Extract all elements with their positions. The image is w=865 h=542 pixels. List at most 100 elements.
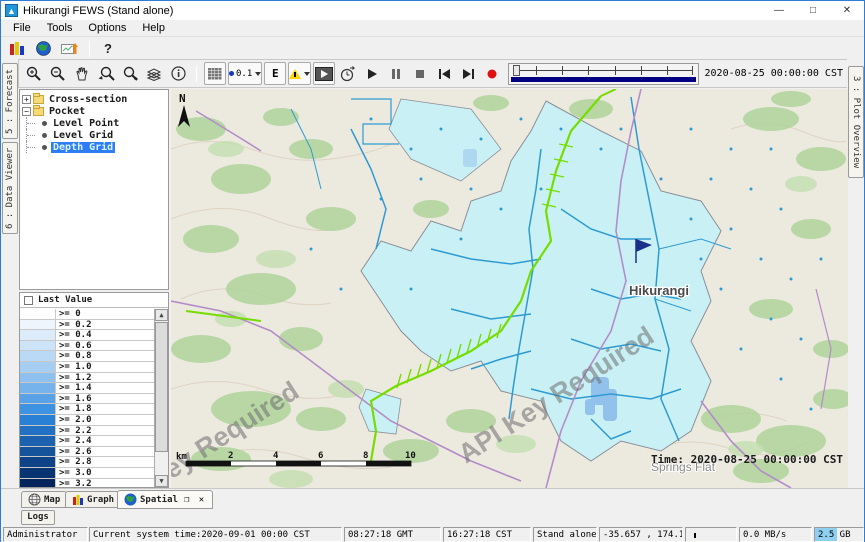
scroll-up-icon[interactable]: ▲ xyxy=(155,309,168,321)
spatial-display-icon[interactable] xyxy=(31,39,55,58)
step-back-button[interactable] xyxy=(433,62,455,85)
legend-row[interactable]: >= 0.6 xyxy=(20,341,154,352)
pause-button[interactable] xyxy=(385,62,407,85)
map-toolbar: 0.1 E xyxy=(18,59,849,88)
tree-node-depth-grid[interactable]: Depth Grid xyxy=(22,141,166,153)
pause-icon xyxy=(390,68,402,80)
step-forward-button[interactable] xyxy=(457,62,479,85)
magnifier-forward-icon xyxy=(122,66,139,82)
scale-tick-label: 10 xyxy=(405,451,416,461)
legend-row[interactable]: >= 3.0 xyxy=(20,468,154,479)
status-alert-cell[interactable] xyxy=(685,527,737,542)
tab-forecast[interactable]: 5 : Forecast xyxy=(2,63,18,139)
close-button[interactable]: ✕ xyxy=(830,1,864,20)
play-button[interactable] xyxy=(361,62,383,85)
legend-row[interactable]: >= 0.8 xyxy=(20,351,154,362)
tree-node-cross-section[interactable]: + Cross-section xyxy=(22,93,166,105)
menu-item[interactable]: Help xyxy=(134,21,173,35)
menu-item[interactable]: Tools xyxy=(39,21,81,35)
zoom-out-button[interactable] xyxy=(47,62,69,85)
scroll-down-icon[interactable]: ▼ xyxy=(155,475,168,487)
menu-item[interactable]: File xyxy=(5,21,39,35)
clock-icon xyxy=(340,66,356,82)
slider-thumb[interactable] xyxy=(513,65,520,76)
zoom-previous-button[interactable] xyxy=(95,62,117,85)
scrollbar-thumb[interactable] xyxy=(155,322,168,452)
hand-icon xyxy=(74,66,90,82)
globe-icon xyxy=(124,493,137,506)
last-value-checkbox[interactable] xyxy=(24,296,33,305)
help-button[interactable]: ? xyxy=(96,39,120,58)
legend-row[interactable]: >= 3.2 xyxy=(20,479,154,488)
legend-value-label: >= 3.0 xyxy=(56,468,95,478)
legend-row[interactable]: >= 1.0 xyxy=(20,362,154,373)
tree-node-label[interactable]: Level Grid xyxy=(51,130,115,141)
legend-row[interactable]: >= 2.6 xyxy=(20,447,154,458)
time-settings-button[interactable] xyxy=(337,62,359,85)
status-system-time: Current system time:2020-09-01 00:00 CST xyxy=(89,527,342,542)
tree-node-level-point[interactable]: Level Point xyxy=(22,117,166,129)
tree-node-label-selected[interactable]: Depth Grid xyxy=(51,142,115,153)
collapse-icon[interactable]: − xyxy=(22,107,31,116)
legend-value-label: >= 1.4 xyxy=(56,383,95,393)
tab-plot-overview[interactable]: 3 : Plot Overview xyxy=(848,66,864,178)
legend-row[interactable]: >= 0 xyxy=(20,309,154,320)
wire-globe-icon xyxy=(28,493,41,506)
import-export-icon[interactable] xyxy=(57,39,81,58)
legend-scrollbar[interactable]: ▲ ▼ xyxy=(154,309,168,487)
logs-button[interactable]: Logs xyxy=(21,510,55,525)
legend-row[interactable]: >= 2.2 xyxy=(20,426,154,437)
legend-row[interactable]: >= 1.8 xyxy=(20,404,154,415)
legend-row[interactable]: >= 1.4 xyxy=(20,383,154,394)
legend-row[interactable]: >= 1.6 xyxy=(20,394,154,405)
expand-icon[interactable]: + xyxy=(22,95,31,104)
time-slider[interactable] xyxy=(508,63,698,85)
legend-value-label: >= 2.6 xyxy=(56,447,95,457)
explorer-icon[interactable] xyxy=(5,39,29,58)
animation-button[interactable] xyxy=(313,62,335,85)
tree-node-level-grid[interactable]: Level Grid xyxy=(22,129,166,141)
tree-node-label[interactable]: Cross-section xyxy=(47,94,129,105)
thresholds-button[interactable] xyxy=(288,62,311,85)
slider-tick xyxy=(692,66,693,75)
tab-restore-icon[interactable]: ❐ xyxy=(184,495,191,505)
pan-button[interactable] xyxy=(71,62,93,85)
legend-swatch xyxy=(20,457,56,467)
legend-row[interactable]: >= 2.4 xyxy=(20,436,154,447)
legend-row[interactable]: >= 2.8 xyxy=(20,457,154,468)
tree-node-label[interactable]: Level Point xyxy=(51,118,121,129)
grid-display-button[interactable] xyxy=(204,62,226,85)
zoom-in-button[interactable] xyxy=(23,62,45,85)
previous-icon xyxy=(438,68,451,80)
legend-row[interactable]: >= 0.4 xyxy=(20,330,154,341)
zoom-next-button[interactable] xyxy=(119,62,141,85)
tab-spatial-label: Spatial xyxy=(140,495,178,505)
record-button[interactable] xyxy=(481,62,503,85)
map-viewport[interactable]: API Key Required API Key Required Hikura… xyxy=(171,89,848,488)
info-button[interactable] xyxy=(167,62,189,85)
legend-row[interactable]: >= 1.2 xyxy=(20,373,154,384)
minimize-button[interactable]: — xyxy=(762,1,796,20)
menu-item[interactable]: Options xyxy=(80,21,134,35)
legend-row[interactable]: >= 2.0 xyxy=(20,415,154,426)
legend-row[interactable]: >= 0.2 xyxy=(20,320,154,331)
tree-node-label[interactable]: Pocket xyxy=(47,106,87,117)
bullet-icon xyxy=(42,145,47,150)
map-canvas[interactable]: API Key Required API Key Required Hikura… xyxy=(171,89,848,488)
tree-node-pocket[interactable]: − Pocket xyxy=(22,105,166,117)
class-breaks-button[interactable]: 0.1 xyxy=(228,62,262,85)
stop-button[interactable] xyxy=(409,62,431,85)
maximize-button[interactable]: □ xyxy=(796,1,830,20)
slider-tick xyxy=(615,66,616,75)
tab-graph[interactable]: Graph xyxy=(65,491,121,508)
toolbar-separator xyxy=(89,41,90,57)
tab-map[interactable]: Map xyxy=(21,491,67,508)
layers-button[interactable] xyxy=(143,62,165,85)
tab-close-icon[interactable]: ✕ xyxy=(199,495,206,505)
legend-value-label: >= 0.2 xyxy=(56,320,95,330)
tab-spatial[interactable]: Spatial ❐ ✕ xyxy=(117,490,213,509)
tab-data-viewer[interactable]: 6 : Data Viewer xyxy=(2,142,18,234)
play-icon xyxy=(366,68,378,80)
slider-tick xyxy=(641,66,642,75)
labels-button[interactable]: E xyxy=(264,62,286,85)
